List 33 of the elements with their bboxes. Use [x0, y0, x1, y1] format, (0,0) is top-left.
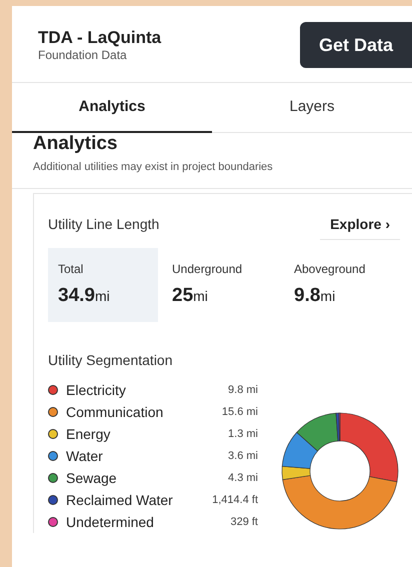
- get-data-button[interactable]: Get Data: [300, 22, 412, 68]
- utility-name: Reclaimed Water: [66, 490, 174, 510]
- stat-tile[interactable]: Total 34.9mi: [48, 248, 158, 322]
- project-title: TDA - LaQuinta: [38, 28, 162, 48]
- tab[interactable]: Analytics: [12, 83, 212, 133]
- utility-amount: 9.8 mi: [227, 382, 258, 398]
- card-title: Utility Line Length: [48, 215, 160, 234]
- utility-amount: 4.3 mi: [227, 470, 258, 486]
- stat-value: 9.8mi: [294, 284, 336, 308]
- section-title: Analytics: [33, 133, 118, 155]
- utility-name: Communication: [66, 402, 164, 422]
- stat-value: 25mi: [172, 284, 209, 308]
- utility-amount: 15.6 mi: [220, 404, 258, 420]
- stat-label: Total: [58, 260, 84, 278]
- section-note: Additional utilities may exist in project boundaries: [33, 160, 274, 175]
- utility-name: Electricity: [66, 380, 127, 400]
- stat-tile[interactable]: Underground 25mi: [162, 248, 280, 322]
- segmentation-title: Utility Segmentation: [48, 351, 174, 370]
- tab[interactable]: Layers: [212, 83, 412, 133]
- stat-label: Aboveground: [294, 260, 366, 278]
- project-subtitle: Foundation Data: [38, 48, 128, 62]
- utility-name: Sewage: [66, 468, 118, 488]
- utility-amount: 329 ft: [229, 514, 258, 530]
- utility-name: Energy: [66, 424, 112, 444]
- explore-link[interactable]: Explore ›: [320, 210, 400, 240]
- utility-amount: 1.3 mi: [227, 426, 258, 442]
- utility-name: Water: [66, 446, 104, 466]
- utility-name: Undetermined: [66, 512, 155, 532]
- stat-tile[interactable]: Aboveground 9.8mi: [284, 248, 402, 322]
- utility-amount: 1,414.4 ft: [212, 492, 258, 508]
- stat-value: 34.9mi: [58, 284, 111, 308]
- utility-amount: 3.6 mi: [227, 448, 258, 464]
- stat-label: Underground: [172, 260, 244, 278]
